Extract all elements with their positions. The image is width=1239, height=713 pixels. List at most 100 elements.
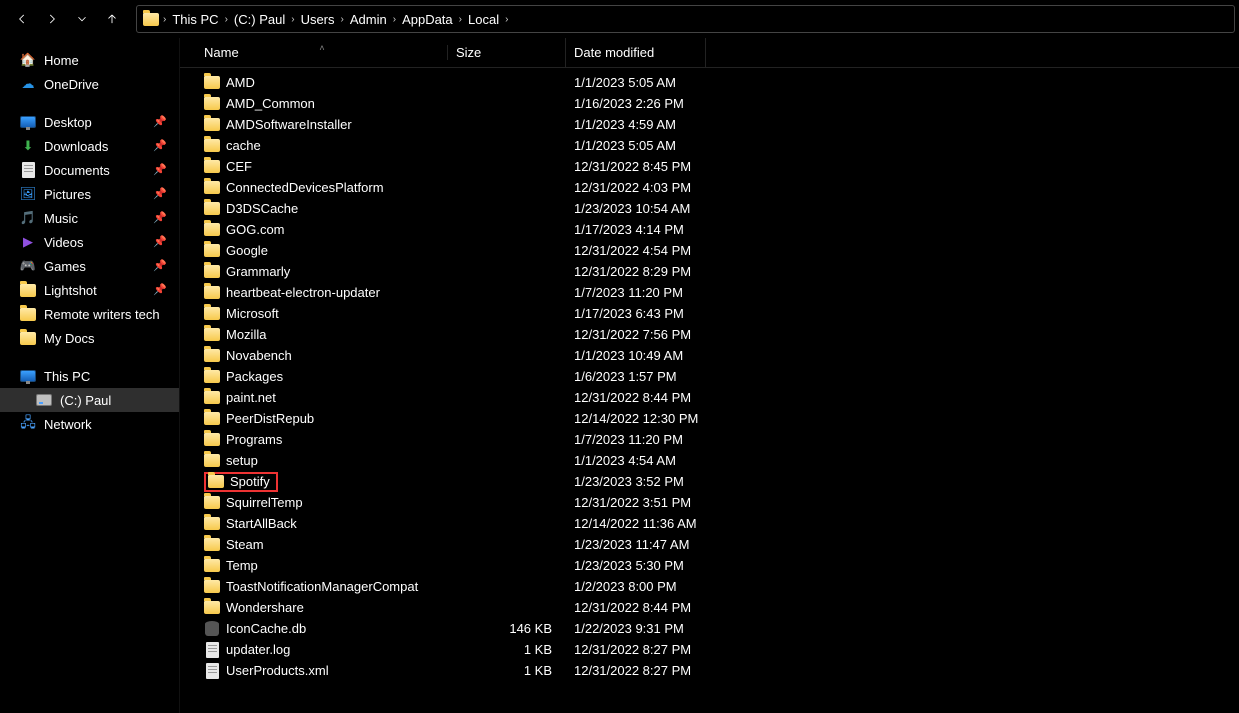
file-row[interactable]: Mozilla12/31/2022 7:56 PM <box>180 324 1239 345</box>
breadcrumb-segment[interactable]: Local <box>466 12 501 27</box>
sidebar-item-label: Music <box>44 211 78 226</box>
file-row[interactable]: GOG.com1/17/2023 4:14 PM <box>180 219 1239 240</box>
network-icon: 🖧 <box>20 416 36 432</box>
file-row[interactable]: Microsoft1/17/2023 6:43 PM <box>180 303 1239 324</box>
sidebar-item-label: Lightshot <box>44 283 97 298</box>
sidebar-item-thispc[interactable]: This PC <box>0 364 179 388</box>
file-name: CEF <box>226 159 252 174</box>
breadcrumb-segment[interactable]: Users <box>299 12 337 27</box>
breadcrumb-segment[interactable]: Admin <box>348 12 389 27</box>
sidebar-item-music[interactable]: 🎵 Music 📌 <box>0 206 179 230</box>
file-date: 12/31/2022 3:51 PM <box>566 495 766 510</box>
file-row[interactable]: Packages1/6/2023 1:57 PM <box>180 366 1239 387</box>
sidebar-item-games[interactable]: 🎮Games📌 <box>0 254 179 278</box>
video-icon: ▶ <box>20 234 36 250</box>
file-row[interactable]: Google12/31/2022 4:54 PM <box>180 240 1239 261</box>
sidebar-item-label: Pictures <box>44 187 91 202</box>
file-row[interactable]: IconCache.db146 KB1/22/2023 9:31 PM <box>180 618 1239 639</box>
address-bar[interactable]: › This PC›(C:) Paul›Users›Admin›AppData›… <box>136 5 1235 33</box>
folder-icon <box>204 117 220 133</box>
file-row[interactable]: Steam1/23/2023 11:47 AM <box>180 534 1239 555</box>
folder-icon <box>204 75 220 91</box>
column-header-date[interactable]: Date modified <box>566 38 706 67</box>
breadcrumb-segment[interactable]: AppData <box>400 12 455 27</box>
file-row[interactable]: AMDSoftwareInstaller1/1/2023 4:59 AM <box>180 114 1239 135</box>
sidebar-item-desktop[interactable]: Desktop📌 <box>0 110 179 134</box>
sidebar-item-drive[interactable]: (C:) Paul <box>0 388 179 412</box>
file-row[interactable]: AMD_Common1/16/2023 2:26 PM <box>180 93 1239 114</box>
file-view: ˄ Name Size Date modified AMD1/1/2023 5:… <box>180 38 1239 713</box>
breadcrumb-segment[interactable]: This PC <box>170 12 220 27</box>
sidebar-item-label: My Docs <box>44 331 95 346</box>
sidebar-item-pictures[interactable]: 🖼Pictures📌 <box>0 182 179 206</box>
sidebar-item-onedrive[interactable]: ☁ OneDrive <box>0 72 179 96</box>
forward-button[interactable] <box>38 5 66 33</box>
file-list: AMD1/1/2023 5:05 AMAMD_Common1/16/2023 2… <box>180 68 1239 681</box>
file-row[interactable]: cache1/1/2023 5:05 AM <box>180 135 1239 156</box>
file-row[interactable]: Spotify1/23/2023 3:52 PM <box>180 471 1239 492</box>
file-row[interactable]: PeerDistRepub12/14/2022 12:30 PM <box>180 408 1239 429</box>
file-row[interactable]: Programs1/7/2023 11:20 PM <box>180 429 1239 450</box>
file-row[interactable]: AMD1/1/2023 5:05 AM <box>180 72 1239 93</box>
sidebar-item-downloads[interactable]: ⬇Downloads📌 <box>0 134 179 158</box>
file-date: 1/1/2023 10:49 AM <box>566 348 766 363</box>
back-button[interactable] <box>8 5 36 33</box>
sidebar-item-label: Remote writers tech <box>44 307 160 322</box>
file-row[interactable]: CEF12/31/2022 8:45 PM <box>180 156 1239 177</box>
file-row[interactable]: setup1/1/2023 4:54 AM <box>180 450 1239 471</box>
file-size: 1 KB <box>448 663 566 678</box>
file-date: 1/1/2023 5:05 AM <box>566 138 766 153</box>
chevron-right-icon: › <box>291 14 294 25</box>
file-row[interactable]: UserProducts.xml1 KB12/31/2022 8:27 PM <box>180 660 1239 681</box>
highlighted-folder: Spotify <box>204 472 278 492</box>
folder-icon <box>204 516 220 532</box>
navigation-pane: 🏠 Home ☁ OneDrive Desktop📌 ⬇ Downloads 📌 Doc… <box>0 38 180 713</box>
file-row[interactable]: paint.net12/31/2022 8:44 PM <box>180 387 1239 408</box>
monitor-icon <box>20 368 36 384</box>
column-header-size[interactable]: Size <box>448 38 566 67</box>
file-name: heartbeat-electron-updater <box>226 285 380 300</box>
pin-icon: 📌 <box>153 211 167 224</box>
sidebar-item-network[interactable]: 🖧 Network <box>0 412 179 436</box>
sidebar-item-label: Downloads <box>44 139 108 154</box>
download-icon: ⬇ <box>20 138 36 154</box>
sidebar-item-documents[interactable]: Documents📌 <box>0 158 179 182</box>
folder-icon <box>208 474 224 490</box>
file-date: 1/7/2023 11:20 PM <box>566 432 766 447</box>
sidebar-item-label: Games <box>44 259 86 274</box>
file-row[interactable]: ConnectedDevicesPlatform12/31/2022 4:03 … <box>180 177 1239 198</box>
folder-icon <box>20 306 36 322</box>
sidebar-item-videos[interactable]: ▶Videos📌 <box>0 230 179 254</box>
file-row[interactable]: Temp1/23/2023 5:30 PM <box>180 555 1239 576</box>
file-name: Mozilla <box>226 327 266 342</box>
file-date: 1/22/2023 9:31 PM <box>566 621 766 636</box>
folder-icon <box>204 558 220 574</box>
sidebar-item-my-docs[interactable]: My Docs <box>0 326 179 350</box>
sidebar-item-home[interactable]: 🏠 Home <box>0 48 179 72</box>
file-name: setup <box>226 453 258 468</box>
file-row[interactable]: Wondershare12/31/2022 8:44 PM <box>180 597 1239 618</box>
breadcrumb-segment[interactable]: (C:) Paul <box>232 12 287 27</box>
file-date: 1/23/2023 11:47 AM <box>566 537 766 552</box>
file-row[interactable]: SquirrelTemp12/31/2022 3:51 PM <box>180 492 1239 513</box>
file-row[interactable]: updater.log1 KB12/31/2022 8:27 PM <box>180 639 1239 660</box>
up-button[interactable] <box>98 5 126 33</box>
file-row[interactable]: ToastNotificationManagerCompat1/2/2023 8… <box>180 576 1239 597</box>
folder-icon <box>204 180 220 196</box>
recent-button[interactable] <box>68 5 96 33</box>
file-date: 12/31/2022 8:27 PM <box>566 663 766 678</box>
file-name: Google <box>226 243 268 258</box>
sidebar-item-lightshot[interactable]: Lightshot📌 <box>0 278 179 302</box>
file-row[interactable]: heartbeat-electron-updater1/7/2023 11:20… <box>180 282 1239 303</box>
file-date: 12/31/2022 8:27 PM <box>566 642 766 657</box>
folder-icon <box>204 264 220 280</box>
file-date: 1/2/2023 8:00 PM <box>566 579 766 594</box>
file-row[interactable]: Grammarly12/31/2022 8:29 PM <box>180 261 1239 282</box>
folder-icon <box>20 330 36 346</box>
file-row[interactable]: StartAllBack12/14/2022 11:36 AM <box>180 513 1239 534</box>
file-row[interactable]: Novabench1/1/2023 10:49 AM <box>180 345 1239 366</box>
sidebar-item-remote-writers-tech[interactable]: Remote writers tech <box>0 302 179 326</box>
music-icon: 🎵 <box>20 210 36 226</box>
file-row[interactable]: D3DSCache1/23/2023 10:54 AM <box>180 198 1239 219</box>
file-name: ConnectedDevicesPlatform <box>226 180 384 195</box>
